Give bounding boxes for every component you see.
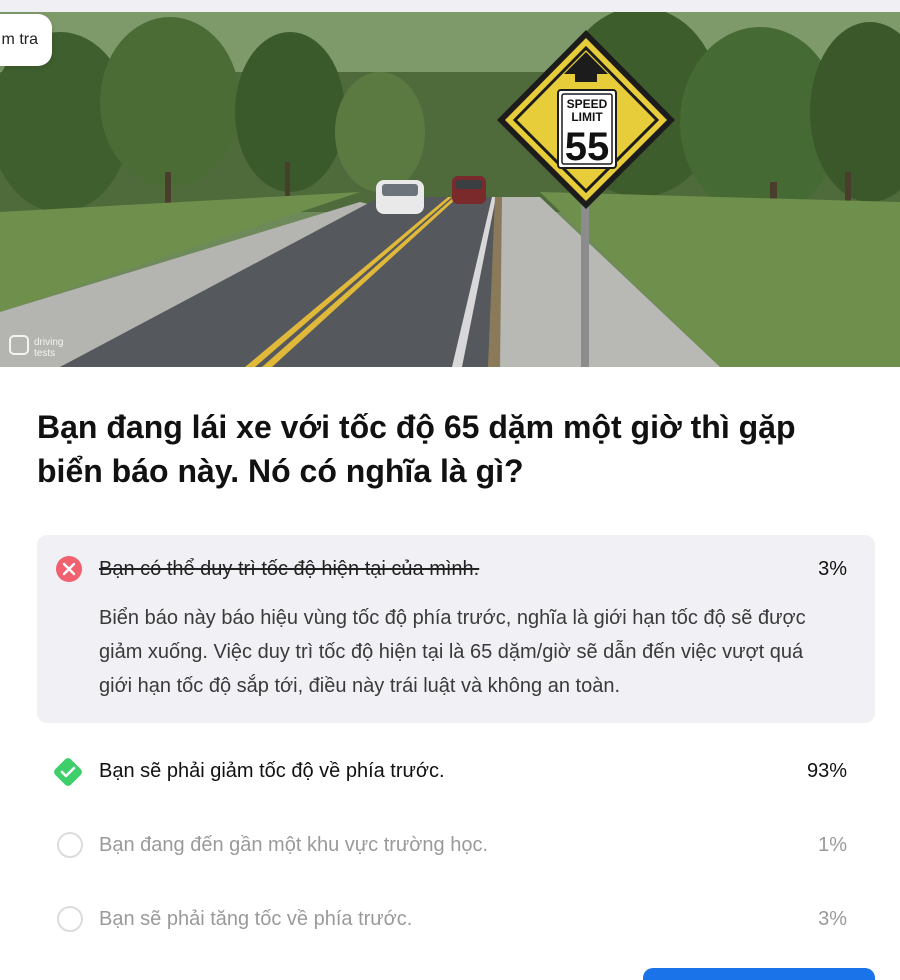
answer-option-3[interactable]: Bạn đang đến gần một khu vực trường học.… xyxy=(37,832,875,858)
answer-option-3-percent: 1% xyxy=(818,834,847,856)
answer-option-1-text: Bạn có thể duy trì tốc độ hiện tại của m… xyxy=(99,558,480,580)
sign-number: 55 xyxy=(565,125,610,169)
sign-line-1: SPEED xyxy=(567,97,608,111)
answer-option-1-percent: 3% xyxy=(818,558,847,580)
answer-option-2-text: Bạn sẽ phải giảm tốc độ về phía trước. xyxy=(99,760,445,782)
correct-answer-icon xyxy=(54,758,82,786)
sign-line-2: LIMIT xyxy=(571,110,603,124)
top-strip xyxy=(0,0,900,12)
tab-chip[interactable]: m tra xyxy=(0,14,52,66)
next-button[interactable] xyxy=(643,968,875,980)
answer-option-1[interactable]: Bạn có thể duy trì tốc độ hiện tại của m… xyxy=(37,535,875,723)
tab-chip-label: m tra xyxy=(1,31,38,48)
watermark-line-2: tests xyxy=(34,348,55,359)
watermark-line-1: driving xyxy=(34,337,63,348)
answer-option-2-percent: 93% xyxy=(806,760,847,782)
radio-circle-icon xyxy=(57,832,83,858)
question-image: SPEED LIMIT 55 driving tests xyxy=(0,12,900,367)
road-scene-illustration: SPEED LIMIT 55 driving tests xyxy=(0,12,900,367)
answer-option-2[interactable]: Bạn sẽ phải giảm tốc độ về phía trước. 9… xyxy=(37,758,875,786)
radio-circle-icon xyxy=(57,906,83,932)
wrong-answer-icon xyxy=(56,556,82,582)
answer-option-3-text: Bạn đang đến gần một khu vực trường học. xyxy=(99,834,489,856)
question-title: Bạn đang lái xe với tốc độ 65 dặm một gi… xyxy=(37,409,796,489)
answer-option-4-text: Bạn sẽ phải tăng tốc về phía trước. xyxy=(99,908,413,930)
answer-list: Bạn có thể duy trì tốc độ hiện tại của m… xyxy=(37,535,875,932)
answer-option-4[interactable]: Bạn sẽ phải tăng tốc về phía trước. 3% xyxy=(37,906,875,932)
answer-explanation: Biển báo này báo hiệu vùng tốc độ phía t… xyxy=(99,607,806,697)
answer-option-4-percent: 3% xyxy=(818,908,847,930)
